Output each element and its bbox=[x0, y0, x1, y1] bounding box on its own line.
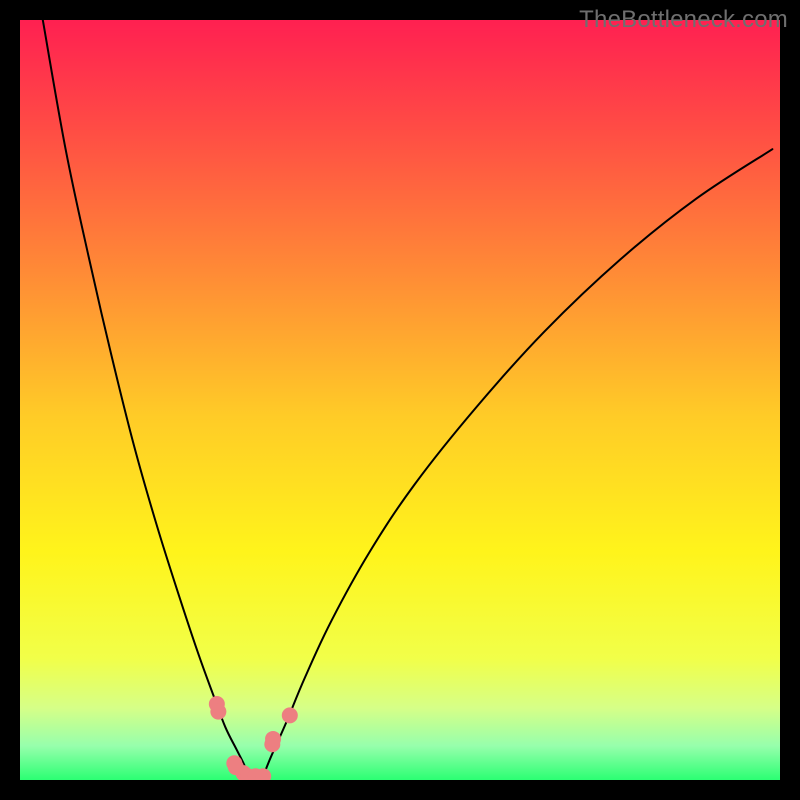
chart-stage: TheBottleneck.com bbox=[0, 0, 800, 800]
data-point-9 bbox=[265, 731, 281, 747]
gradient-background bbox=[20, 20, 780, 780]
bottleneck-chart bbox=[20, 20, 780, 780]
watermark-text: TheBottleneck.com bbox=[579, 6, 788, 34]
data-point-1 bbox=[210, 704, 226, 720]
data-point-10 bbox=[282, 707, 298, 723]
